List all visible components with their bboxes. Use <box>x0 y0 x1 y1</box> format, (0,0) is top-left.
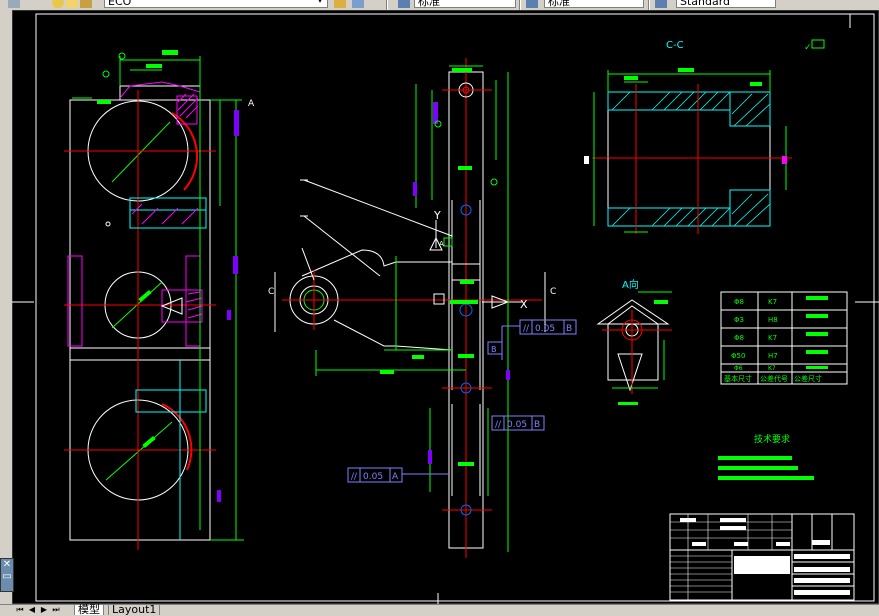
cad-drawing[interactable]: A Y X C C A B // 0.05 B // 0.05 B // 0.0… <box>12 10 879 604</box>
svg-text:基本尺寸: 基本尺寸 <box>724 374 752 383</box>
svg-text:B: B <box>566 324 572 334</box>
svg-text:Φ50: Φ50 <box>731 352 745 360</box>
table-style-icon[interactable] <box>655 0 667 8</box>
svg-text:Y: Y <box>433 209 441 222</box>
svg-text:Φ8: Φ8 <box>734 298 744 306</box>
middle-view: Y X C C A B // 0.05 B // 0.05 B // 0.05 … <box>268 58 577 558</box>
svg-text://: // <box>495 420 502 430</box>
svg-text:C: C <box>550 287 556 297</box>
svg-text:A: A <box>248 99 255 109</box>
svg-text:H8: H8 <box>768 316 778 324</box>
svg-text://: // <box>523 324 530 334</box>
left-view: A <box>64 50 255 550</box>
drawing-canvas[interactable]: A Y X C C A B // 0.05 B // 0.05 B // 0.0… <box>12 10 879 604</box>
tolerance-frame-2: // 0.05 B <box>491 415 545 431</box>
dim-style-dropdown[interactable]: 标准 <box>544 0 644 8</box>
make-current-icon[interactable] <box>334 0 346 8</box>
tolerance-frame-3: // 0.05 A <box>347 467 449 483</box>
svg-text:公差尺寸: 公差尺寸 <box>794 374 822 383</box>
dim-style-icon[interactable] <box>526 0 538 8</box>
svg-text:B: B <box>534 420 540 430</box>
layer-previous-icon[interactable] <box>352 0 364 8</box>
title-block <box>669 513 855 601</box>
toolbar-separator <box>386 0 388 10</box>
svg-text:0.05: 0.05 <box>535 324 555 334</box>
svg-text:C-C: C-C <box>666 40 684 51</box>
svg-text:公差代号: 公差代号 <box>760 374 788 383</box>
layer-dropdown[interactable]: ECO <box>104 0 328 8</box>
section-c-c: C-C ✓ <box>584 39 825 234</box>
svg-text:Φ3: Φ3 <box>734 316 744 324</box>
svg-text:K7: K7 <box>768 334 777 342</box>
table-style-dropdown[interactable]: Standard <box>676 0 776 8</box>
svg-text:A: A <box>439 240 444 248</box>
svg-text:K7: K7 <box>768 365 776 372</box>
svg-text:技术要求: 技术要求 <box>754 433 790 445</box>
svg-text:A: A <box>392 472 399 482</box>
svg-text:Φ6: Φ6 <box>734 365 743 372</box>
svg-text:0.05: 0.05 <box>507 420 527 430</box>
text-style-dropdown[interactable]: 标准 <box>414 0 516 8</box>
svg-text:X: X <box>520 298 528 311</box>
layer-states-icon[interactable] <box>8 0 20 8</box>
left-tool-strip <box>0 10 12 604</box>
technical-requirements: 技术要求 <box>718 433 814 480</box>
svg-text:C: C <box>268 287 274 297</box>
svg-text:A向: A向 <box>622 278 639 291</box>
toolbar-separator <box>648 0 650 10</box>
svg-text:H7: H7 <box>768 352 778 360</box>
view-a: A向 <box>596 278 672 405</box>
close-icon[interactable]: ✕ <box>1 559 13 571</box>
chevron-down-icon[interactable]: ▾ <box>318 0 330 6</box>
layer-lock-icon[interactable] <box>80 0 92 8</box>
layout-tab-bar: ⏮ ◀ ▶ ⏭ 模型 Layout1 <box>0 604 879 615</box>
tolerance-frame-1: // 0.05 B <box>501 319 577 360</box>
palette-icon[interactable]: ▭ <box>1 571 13 583</box>
svg-text:✓: ✓ <box>804 43 812 53</box>
svg-text:0.05: 0.05 <box>363 472 383 482</box>
fit-table: Φ8 K7 Φ3 H8 Φ8 K7 Φ50 H7 Φ6 K7 基本尺寸 公差代号… <box>720 291 848 385</box>
layer-sun-icon[interactable] <box>66 0 78 8</box>
layer-bulb-icon[interactable] <box>52 0 64 8</box>
text-style-icon[interactable] <box>398 0 410 8</box>
svg-text:Φ8: Φ8 <box>734 334 744 342</box>
toolbar-separator <box>519 0 521 10</box>
svg-text:B: B <box>491 345 497 354</box>
floating-tool-palette[interactable]: ✕ ▭ <box>0 558 14 592</box>
svg-text:K7: K7 <box>768 298 777 306</box>
svg-text://: // <box>351 472 358 482</box>
